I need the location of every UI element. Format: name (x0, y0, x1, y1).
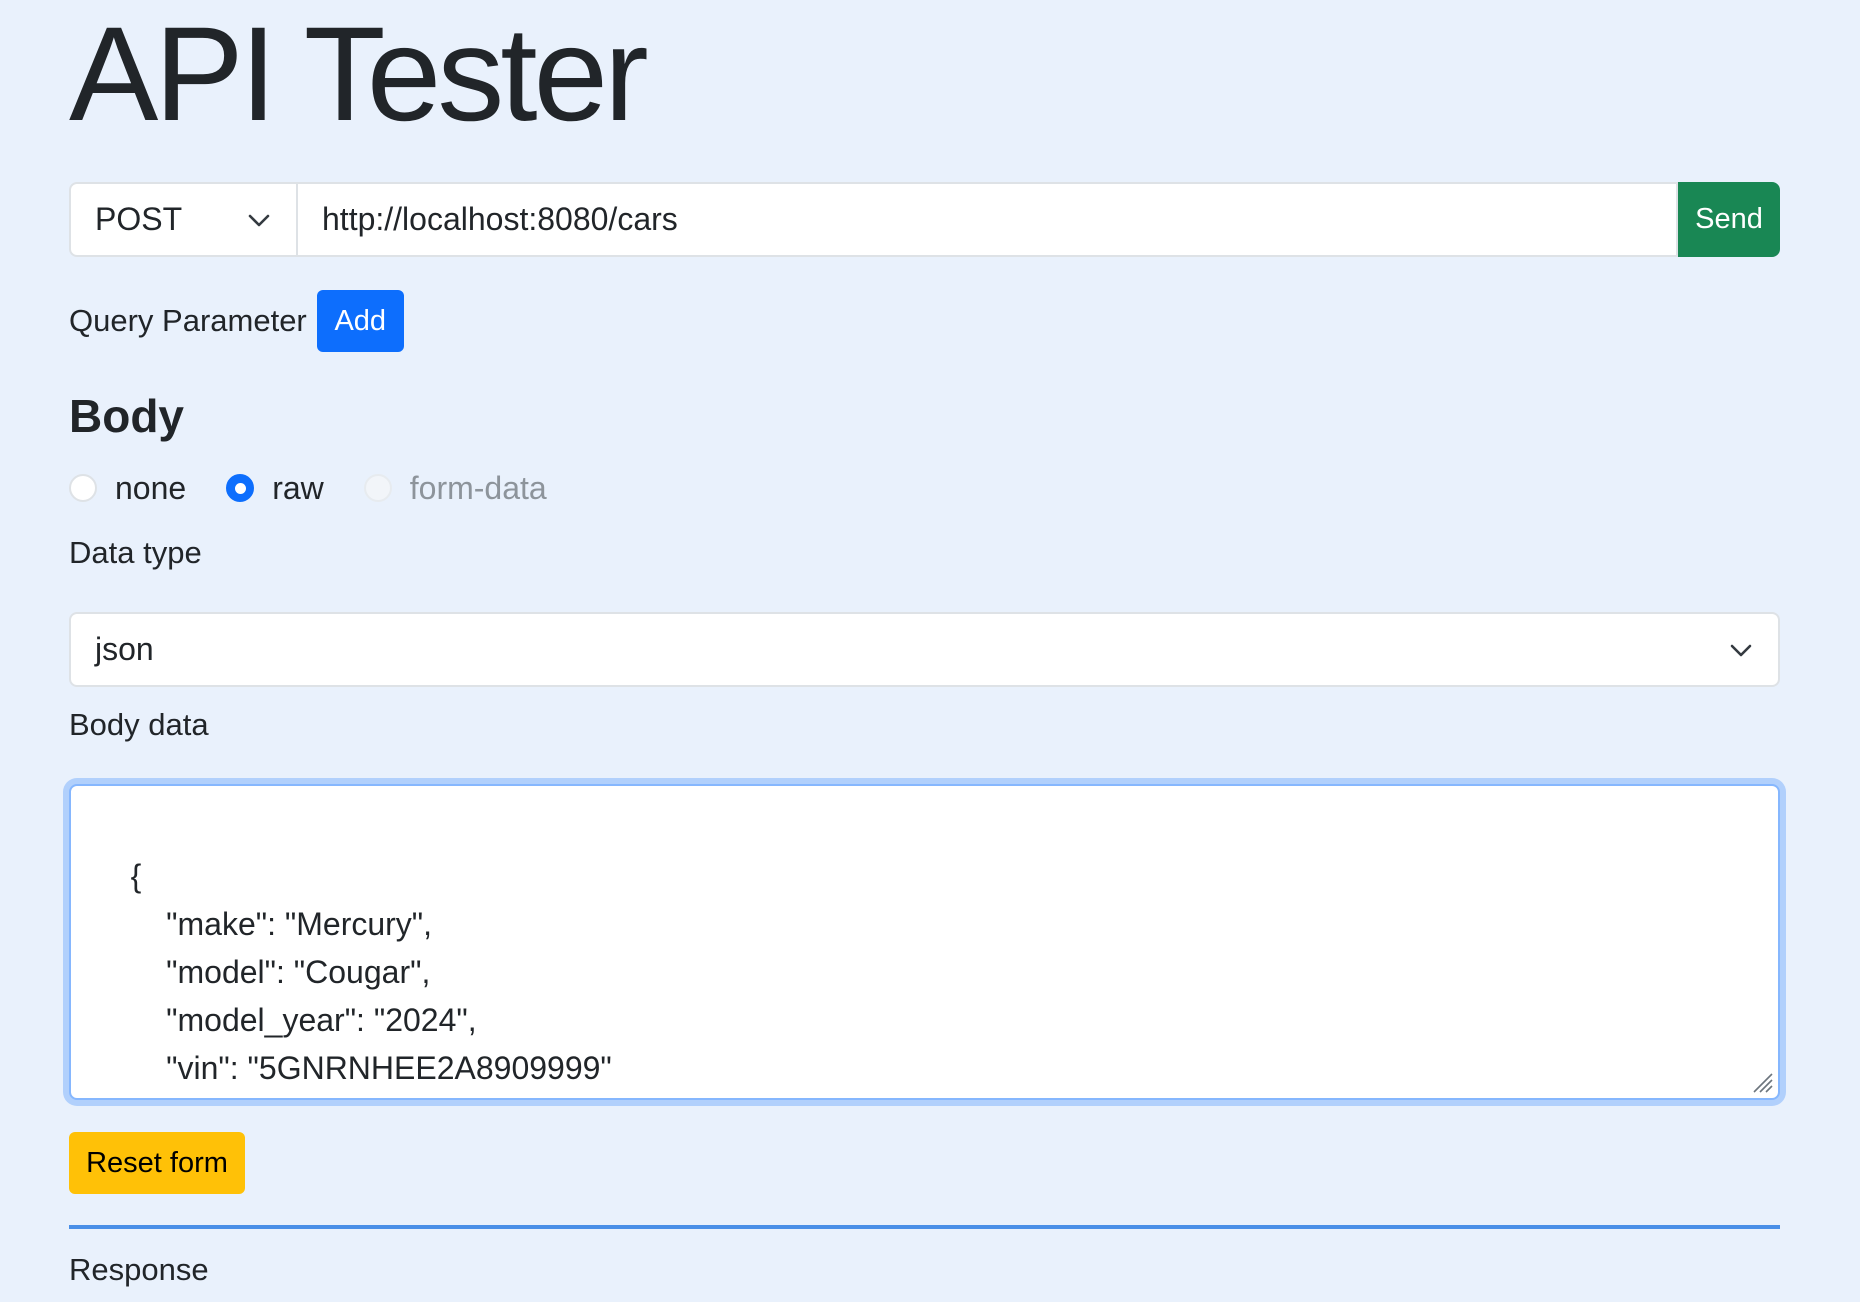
resize-grip-icon[interactable] (1750, 1070, 1774, 1094)
data-type-value: json (95, 631, 154, 667)
body-heading: Body (69, 390, 184, 442)
radio-raw[interactable] (226, 474, 255, 502)
body-data-label: Body data (69, 707, 209, 742)
radio-option-raw[interactable]: raw (226, 470, 324, 507)
data-type-label: Data type (69, 535, 202, 570)
radio-option-form-data: form-data (363, 469, 547, 507)
url-input[interactable]: http://localhost:8080/cars (296, 182, 1678, 257)
radio-label-none: none (115, 469, 187, 506)
data-type-select[interactable]: json (69, 612, 1780, 687)
divider (69, 1225, 1780, 1229)
reset-form-button[interactable]: Reset form (69, 1132, 245, 1194)
send-button[interactable]: Send (1678, 182, 1780, 257)
query-parameter-label: Query Parameter (69, 303, 307, 338)
method-value: POST (95, 201, 183, 237)
body-data-textarea[interactable]: { "make": "Mercury", "model": "Cougar", … (69, 784, 1780, 1100)
radio-none[interactable] (69, 474, 97, 502)
body-type-radio-group: none raw form-data (69, 468, 587, 508)
body-data-text: { "make": "Mercury", "model": "Cougar", … (130, 858, 612, 1086)
radio-label-form-data: form-data (409, 469, 547, 506)
chevron-down-icon (1728, 637, 1754, 663)
request-bar: POST http://localhost:8080/cars Send (69, 182, 1780, 257)
method-select[interactable]: POST (69, 182, 296, 257)
radio-label-raw: raw (272, 469, 324, 506)
add-query-parameter-button[interactable]: Add (316, 290, 404, 352)
radio-form-data (363, 474, 392, 502)
radio-option-none[interactable]: none (69, 470, 186, 507)
page-title: API Tester (69, 0, 649, 149)
query-parameter-row: Query Parameter Add (69, 290, 404, 352)
chevron-down-icon (246, 207, 272, 233)
response-label: Response (69, 1252, 209, 1287)
